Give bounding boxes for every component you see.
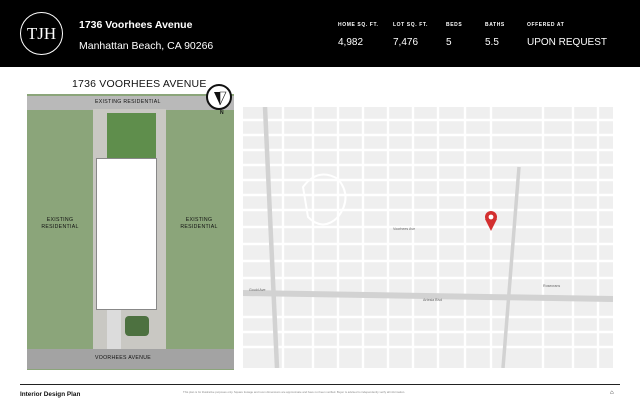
stat-beds: BEDS 5 (446, 22, 462, 48)
front-walkway (107, 310, 121, 349)
stat-value: 4,982 (338, 37, 364, 48)
stat-value: 5 (446, 37, 452, 48)
front-garden (125, 316, 149, 336)
footer-title: Interior Design Plan (20, 391, 81, 398)
rear-yard (107, 113, 156, 158)
north-arrow-icon (214, 91, 227, 106)
stat-baths: BATHS 5.5 (485, 22, 505, 48)
stat-offered-at: OFFERED AT UPON REQUEST (527, 22, 607, 48)
stat-lot-sqft: LOT SQ. FT. 7,476 (393, 22, 428, 48)
header-bar: TJH 1736 Voorhees Avenue Manhattan Beach… (0, 0, 640, 67)
brand-logo: TJH (20, 12, 63, 55)
site-plan-title: 1736 VOORHEES AVENUE (72, 78, 207, 90)
house-footprint (96, 158, 157, 310)
stat-label: OFFERED AT (527, 22, 565, 28)
stat-label: BATHS (485, 22, 505, 28)
stat-value: 5.5 (485, 37, 499, 48)
footer-divider (20, 384, 620, 385)
stat-value: UPON REQUEST (527, 37, 608, 48)
top-neighbor-label: EXISTING RESIDENTIAL (95, 99, 161, 105)
location-map[interactable]: Artesia Blvd Gould Ave Voorhees Ave Rose… (243, 107, 613, 368)
property-city: Manhattan Beach, CA 90266 (79, 40, 214, 52)
map-street-label: Artesia Blvd (423, 298, 442, 302)
map-street-label: Rosecrans (543, 284, 560, 288)
north-arrow (206, 84, 232, 110)
equal-housing-icon: ⌂ (610, 390, 614, 396)
left-neighbor-label: EXISTING RESIDENTIAL (41, 217, 79, 230)
stat-label: LOT SQ. FT. (393, 22, 428, 28)
map-canvas[interactable]: Artesia Blvd Gould Ave Voorhees Ave Rose… (243, 107, 613, 368)
footer-disclaimer: This plan is for illustrative purposes o… (183, 390, 406, 394)
stat-label: HOME SQ. FT. (338, 22, 379, 28)
stat-home-sqft: HOME SQ. FT. 4,982 (338, 22, 379, 48)
north-label: N (220, 110, 224, 116)
stat-value: 7,476 (393, 37, 419, 48)
property-street: 1736 Voorhees Avenue (79, 19, 193, 31)
right-neighbor-label: EXISTING RESIDENTIAL (180, 217, 218, 230)
map-street-label: Gould Ave (249, 288, 266, 292)
stat-label: BEDS (446, 22, 463, 28)
street-label: VOORHEES AVENUE (95, 355, 152, 361)
map-street-label: Voorhees Ave (393, 227, 415, 231)
